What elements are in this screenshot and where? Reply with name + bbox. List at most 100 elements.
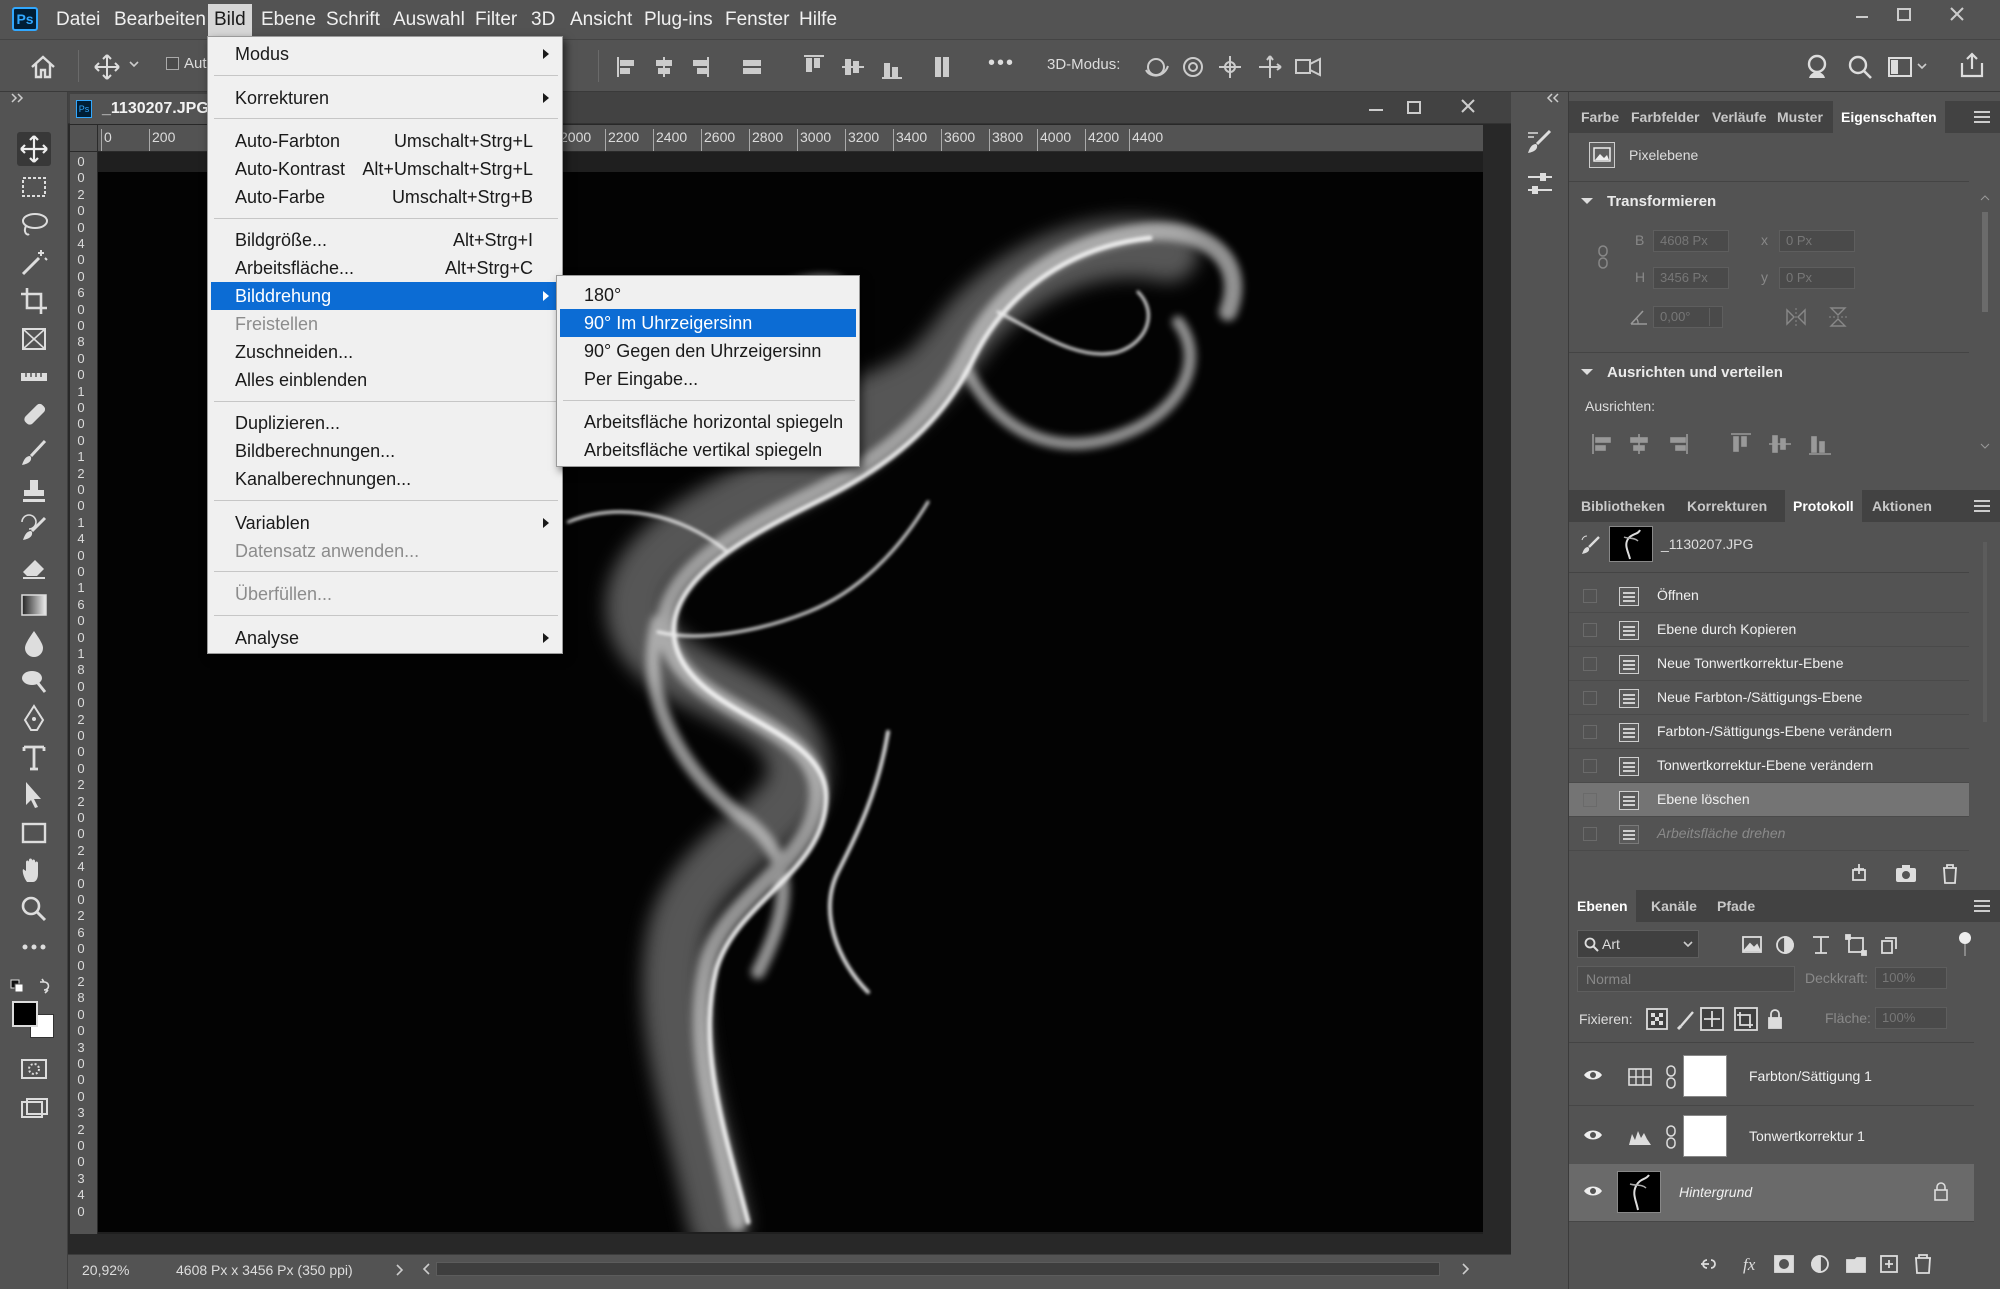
menu-item-analyse[interactable]: Analyse (211, 624, 559, 652)
menu-bearbeiten[interactable]: Bearbeiten (108, 0, 212, 39)
opacity-field[interactable]: 100% (1875, 967, 1947, 989)
chevron-down-icon[interactable] (1581, 198, 1593, 204)
visibility-eye-icon[interactable] (1583, 1068, 1603, 1082)
menu-item-arbeitsfläche-horizontal-spiegeln[interactable]: Arbeitsfläche horizontal spiegeln (560, 408, 856, 436)
tab-protokoll[interactable]: Protokoll (1785, 490, 1862, 522)
layer-thumbnail[interactable] (1617, 1171, 1661, 1213)
blend-mode-select[interactable]: Normal (1577, 966, 1795, 992)
collapse-toolbar-icon[interactable] (10, 93, 26, 103)
trash-icon[interactable] (1937, 862, 1963, 884)
brush-presets-icon[interactable] (1524, 126, 1556, 158)
menu-item-arbeitsfläche[interactable]: Arbeitsfläche... Alt+Strg+C (211, 254, 559, 282)
layers-footer-icons[interactable]: fx (1697, 1252, 1967, 1276)
properties-scrollbar[interactable] (1977, 192, 1993, 452)
eraser-tool-icon[interactable] (17, 550, 51, 584)
scroll-left-icon[interactable] (420, 1261, 432, 1277)
clone-stamp-icon[interactable] (17, 474, 51, 508)
lock-icons[interactable] (1645, 1006, 1795, 1032)
panel-menu-icon[interactable] (1974, 900, 1990, 912)
collapse-strip-icon[interactable] (1546, 93, 1562, 103)
menu-item-bildberechnungen[interactable]: Bildberechnungen... (211, 437, 559, 465)
flip-horizontal-icon[interactable] (1784, 306, 1808, 328)
blur-tool-icon[interactable] (17, 626, 51, 660)
mask-link-icon[interactable] (1665, 1124, 1677, 1150)
tab-korrekturen[interactable]: Korrekturen (1687, 490, 1767, 522)
menu-item-variablen[interactable]: Variablen (211, 509, 559, 537)
default-colors-icon[interactable] (10, 978, 54, 996)
height-field[interactable]: 3456 Px (1653, 267, 1729, 289)
history-step-checkbox[interactable] (1583, 691, 1597, 705)
menu-item-90-gegen-den-uhrzeigersinn[interactable]: 90° Gegen den Uhrzeigersinn (560, 337, 856, 365)
lasso-tool-icon[interactable] (17, 208, 51, 242)
history-step[interactable]: Ebene löschen (1569, 783, 1969, 817)
scroll-right-icon[interactable] (1460, 1261, 1472, 1277)
pen-tool-icon[interactable] (17, 702, 51, 736)
tab-ebenen[interactable]: Ebenen (1569, 890, 1636, 922)
x-field[interactable]: 0 Px (1779, 230, 1855, 252)
menu-ebene[interactable]: Ebene (255, 0, 322, 39)
minimize-icon[interactable] (1842, 0, 1882, 30)
angle-field[interactable]: 0,00° (1653, 306, 1723, 328)
filter-toggle-icon[interactable] (1957, 930, 1973, 958)
doc-close-icon[interactable] (1456, 94, 1480, 118)
layer-row[interactable]: Tonwertkorrektur 1 (1569, 1108, 1974, 1166)
type-tool-icon[interactable] (17, 740, 51, 774)
menu-item-180[interactable]: 180° (560, 281, 856, 309)
history-step-checkbox[interactable] (1583, 623, 1597, 637)
horizontal-scrollbar[interactable] (436, 1262, 1440, 1276)
history-brush-source-icon[interactable] (1579, 533, 1603, 557)
history-step[interactable]: Ebene durch Kopieren (1569, 613, 1969, 647)
move-tool-icon[interactable] (17, 132, 51, 166)
auto-select-checkbox[interactable] (166, 57, 179, 70)
menu-filter[interactable]: Filter (469, 0, 523, 39)
link-icon[interactable] (1595, 244, 1611, 270)
history-step[interactable]: Neue Farbton-/Sättigungs-Ebene (1569, 681, 1969, 715)
menu-fenster[interactable]: Fenster (719, 0, 795, 39)
menu-schrift[interactable]: Schrift (320, 0, 386, 39)
history-brush-icon[interactable] (17, 512, 51, 546)
zoom-level[interactable]: 20,92% (82, 1262, 129, 1278)
tab-muster[interactable]: Muster (1777, 101, 1823, 133)
rectangle-tool-icon[interactable] (17, 816, 51, 850)
menu-item-bildgröße[interactable]: Bildgröße... Alt+Strg+I (211, 226, 559, 254)
menu-item-bilddrehung[interactable]: Bilddrehung (211, 282, 559, 311)
new-document-from-state-icon[interactable] (1849, 862, 1875, 884)
layer-filter-icons[interactable] (1741, 932, 1971, 958)
tab-kanaele[interactable]: Kanäle (1651, 890, 1697, 922)
foreground-color-swatch[interactable] (12, 1001, 38, 1027)
tab-bibliotheken[interactable]: Bibliotheken (1581, 490, 1665, 522)
crop-tool-icon[interactable] (17, 284, 51, 318)
history-step-checkbox[interactable] (1583, 725, 1597, 739)
menu-ansicht[interactable]: Ansicht (564, 0, 638, 39)
tab-farbfelder[interactable]: Farbfelder (1631, 101, 1699, 133)
menu-item-korrekturen[interactable]: Korrekturen (211, 84, 559, 112)
menu-item-arbeitsfläche-vertikal-spiegeln[interactable]: Arbeitsfläche vertikal spiegeln (560, 436, 856, 464)
chevron-down-icon[interactable] (1581, 369, 1593, 375)
frame-tool-icon[interactable] (17, 322, 51, 356)
chevron-down-icon[interactable] (128, 58, 140, 70)
menu-item-modus[interactable]: Modus (211, 40, 559, 68)
tab-pfade[interactable]: Pfade (1717, 890, 1755, 922)
panel-menu-icon[interactable] (1974, 111, 1990, 123)
tab-eigenschaften[interactable]: Eigenschaften (1833, 101, 1945, 133)
gradient-tool-icon[interactable] (17, 588, 51, 622)
mask-link-icon[interactable] (1665, 1064, 1677, 1090)
layer-mask-thumbnail[interactable] (1683, 1055, 1727, 1097)
status-expand-icon[interactable] (394, 1262, 406, 1278)
y-field[interactable]: 0 Px (1779, 267, 1855, 289)
close-icon[interactable] (1938, 0, 1978, 30)
history-step-checkbox[interactable] (1583, 657, 1597, 671)
menu-item-alles-einblenden[interactable]: Alles einblenden (211, 366, 559, 394)
tab-farbe[interactable]: Farbe (1581, 101, 1619, 133)
doc-minimize-icon[interactable] (1364, 96, 1388, 120)
layer-mask-thumbnail[interactable] (1683, 1115, 1727, 1157)
ruler-origin[interactable] (70, 125, 98, 152)
menu-item-auto-kontrast[interactable]: Auto-Kontrast Alt+Umschalt+Strg+L (211, 155, 559, 183)
quick-mask-icon[interactable] (17, 1052, 51, 1086)
visibility-eye-icon[interactable] (1583, 1184, 1603, 1198)
marquee-tool-icon[interactable] (17, 170, 51, 204)
lock-icon[interactable] (1933, 1182, 1949, 1202)
more-options-button[interactable]: ••• (988, 52, 1015, 75)
layer-filter-select[interactable]: Art (1577, 930, 1699, 958)
3d-tools-group[interactable] (1140, 52, 1330, 82)
